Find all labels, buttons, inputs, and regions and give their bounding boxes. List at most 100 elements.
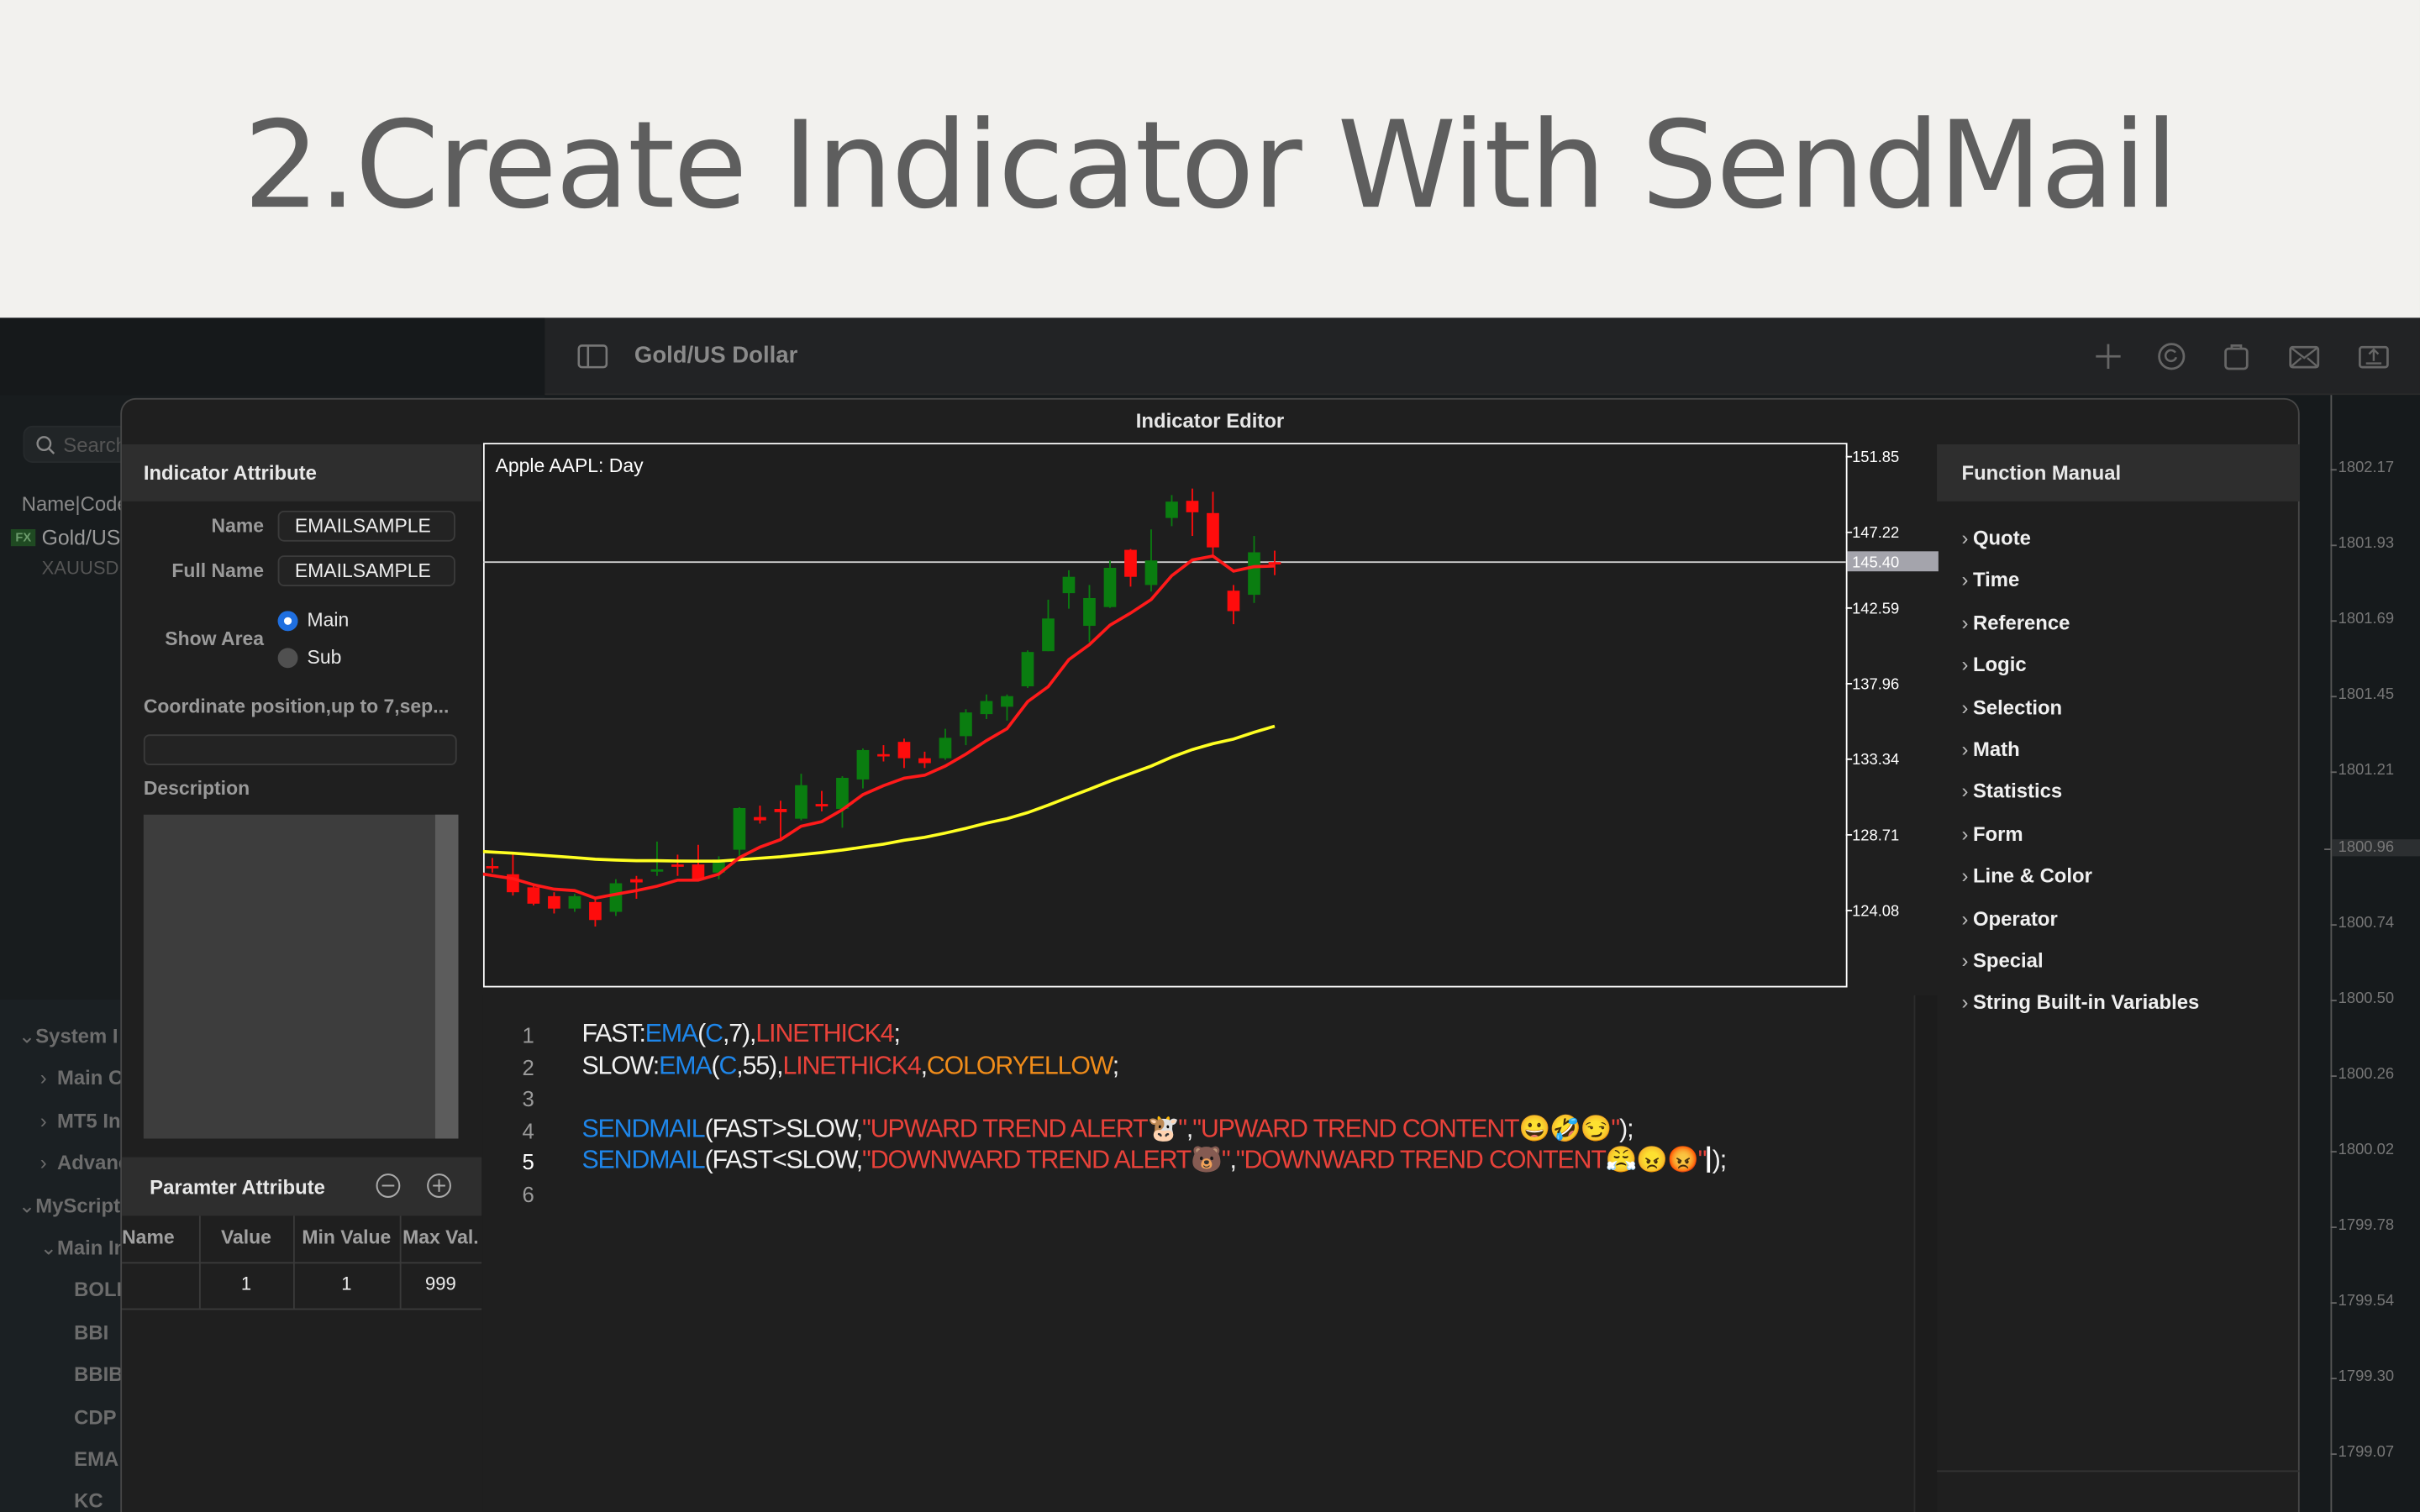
chevron-right-icon: ›: [1961, 780, 1969, 803]
function-category-time[interactable]: › Time: [1961, 569, 2019, 592]
chevron-right-icon: ›: [1961, 906, 1969, 930]
function-category-math[interactable]: › Math: [1961, 738, 2019, 761]
mail-icon[interactable]: [2287, 339, 2321, 373]
column-header[interactable]: Value: [199, 1226, 293, 1248]
price-tick-label: 1802.17: [2330, 459, 2395, 477]
price-chart[interactable]: Apple AAPL: Day 151.85 147.22 142.59 137.96 1…: [482, 443, 1939, 988]
function-category-operator[interactable]: › Operator: [1961, 906, 2057, 930]
candle-body: [1001, 696, 1013, 707]
chevron-right-icon[interactable]: ›: [40, 1109, 47, 1132]
chevron-right-icon: ›: [1961, 610, 1969, 634]
line-number: 1: [522, 1022, 534, 1048]
code-token: (: [711, 1051, 719, 1079]
function-category-quote[interactable]: › Quote: [1961, 526, 2030, 549]
candle-body: [1083, 597, 1096, 627]
code-token: ,: [1229, 1147, 1237, 1175]
chevron-right-icon[interactable]: ›: [40, 1067, 47, 1090]
price-tick-label: 1800.02: [2330, 1141, 2395, 1159]
function-category-label: Selection: [1972, 695, 2063, 719]
chevron-down-icon[interactable]: ⌄: [40, 1236, 57, 1260]
function-category-label: Operator: [1972, 906, 2058, 930]
candle-body: [836, 777, 849, 809]
candle-body: [630, 879, 643, 883]
column-header[interactable]: Name: [120, 1226, 199, 1248]
name-input[interactable]: EMAILSAMPLE: [277, 510, 455, 542]
column-header[interactable]: Min Value: [293, 1226, 400, 1248]
code-editor[interactable]: 1 FAST:EMA(C,7),LINETHICK4; 2 SLOW:EMA(C,55…: [482, 995, 1914, 1512]
column-header[interactable]: Max Val.: [400, 1226, 481, 1248]
function-category-label: Math: [1972, 737, 2020, 761]
tree-item-label: System I: [35, 1024, 118, 1048]
coordinate-input[interactable]: [143, 734, 457, 766]
remove-parameter-button[interactable]: [375, 1173, 401, 1199]
table-cell[interactable]: 999: [400, 1273, 481, 1294]
function-category-label: String Built-in Variables: [1972, 990, 2200, 1015]
candle-body: [1248, 552, 1260, 596]
sidebar-toggle-icon[interactable]: [576, 339, 609, 373]
plus-icon[interactable]: [2091, 339, 2125, 373]
function-category-selection[interactable]: › Selection: [1961, 696, 2062, 719]
divider: [122, 1262, 482, 1264]
price-tick-label: 1800.50: [2330, 990, 2395, 1007]
code-token: SLOW:: [581, 1051, 660, 1079]
function-category-label: Reference: [1972, 610, 2070, 634]
banner: 2.Create Indicator With SendMail: [0, 0, 2420, 318]
candle-body: [609, 883, 623, 912]
add-parameter-button[interactable]: [426, 1173, 452, 1199]
description-scrollbar[interactable]: [434, 814, 459, 1139]
candle-body: [1124, 549, 1137, 577]
function-category-form[interactable]: › Form: [1961, 822, 2023, 846]
code-token: "DOWNWARD TREND ALERT🐻": [862, 1147, 1231, 1175]
line-number: 5: [522, 1150, 534, 1175]
price-tick-label: 1799.54: [2330, 1293, 2395, 1310]
function-category-line-color[interactable]: › Line & Color: [1961, 864, 2091, 888]
code-token: (FAST>SLOW,: [704, 1115, 864, 1143]
function-category-reference[interactable]: › Reference: [1961, 611, 2070, 634]
candle-body: [795, 785, 808, 819]
function-category-statistics[interactable]: › Statistics: [1961, 780, 2062, 803]
toolbar: Gold/US Dollar: [544, 318, 2420, 396]
code-token: ,7),: [722, 1020, 757, 1048]
code-token: SENDMAIL: [581, 1147, 705, 1175]
column-header[interactable]: Name|Code: [22, 492, 129, 516]
candle-body: [774, 808, 787, 812]
chevron-right-icon[interactable]: ›: [40, 1152, 47, 1175]
coordinate-label: Coordinate position,up to 7,sep...: [143, 696, 450, 718]
chevron-down-icon[interactable]: ⌄: [18, 1194, 35, 1218]
last-price-label: 145.40: [1852, 554, 1899, 571]
code-token: COLORYELLOW: [926, 1051, 1113, 1079]
radio-main[interactable]: [277, 611, 298, 632]
candle-body: [1186, 501, 1199, 512]
tree-item-label: MyScript: [35, 1193, 121, 1217]
function-category-string-built-in-variables[interactable]: › String Built-in Variables: [1961, 991, 2199, 1015]
search-icon: [36, 436, 55, 454]
full-name-label: Full Name: [171, 559, 265, 582]
editor-scrollbar[interactable]: [1913, 995, 1938, 1512]
chevron-right-icon: ›: [1961, 990, 1969, 1015]
candle-body: [692, 864, 705, 879]
table-cell[interactable]: 1: [293, 1273, 400, 1294]
refresh-icon[interactable]: [2154, 339, 2188, 373]
candle-body: [671, 864, 684, 867]
radio-sub[interactable]: [277, 648, 298, 669]
candle-body: [960, 712, 972, 737]
function-category-logic[interactable]: › Logic: [1961, 653, 2026, 676]
function-category-label: Logic: [1972, 653, 2027, 676]
function-category-special[interactable]: › Special: [1961, 949, 2043, 973]
line-number: 2: [522, 1054, 534, 1079]
code-text: SENDMAIL(FAST<SLOW,"DOWNWARD TREND ALERT…: [581, 1147, 1727, 1176]
share-icon[interactable]: [2357, 339, 2391, 373]
line-number: 6: [522, 1181, 534, 1207]
tree-item-label: CDP: [74, 1404, 117, 1429]
table-cell[interactable]: 1: [199, 1273, 293, 1294]
bag-icon[interactable]: [2219, 339, 2253, 373]
price-tick-label: 1799.07: [2330, 1444, 2395, 1462]
chevron-down-icon[interactable]: ⌄: [18, 1025, 35, 1049]
search-placeholder: Search: [63, 433, 127, 457]
candle-body: [1165, 501, 1178, 518]
full-name-input[interactable]: EMAILSAMPLE: [277, 555, 455, 586]
price-tick-label: 1801.93: [2330, 535, 2395, 553]
description-textarea[interactable]: [143, 814, 459, 1139]
tree-item-label: Main C: [56, 1066, 124, 1090]
line-number: 4: [522, 1118, 534, 1143]
